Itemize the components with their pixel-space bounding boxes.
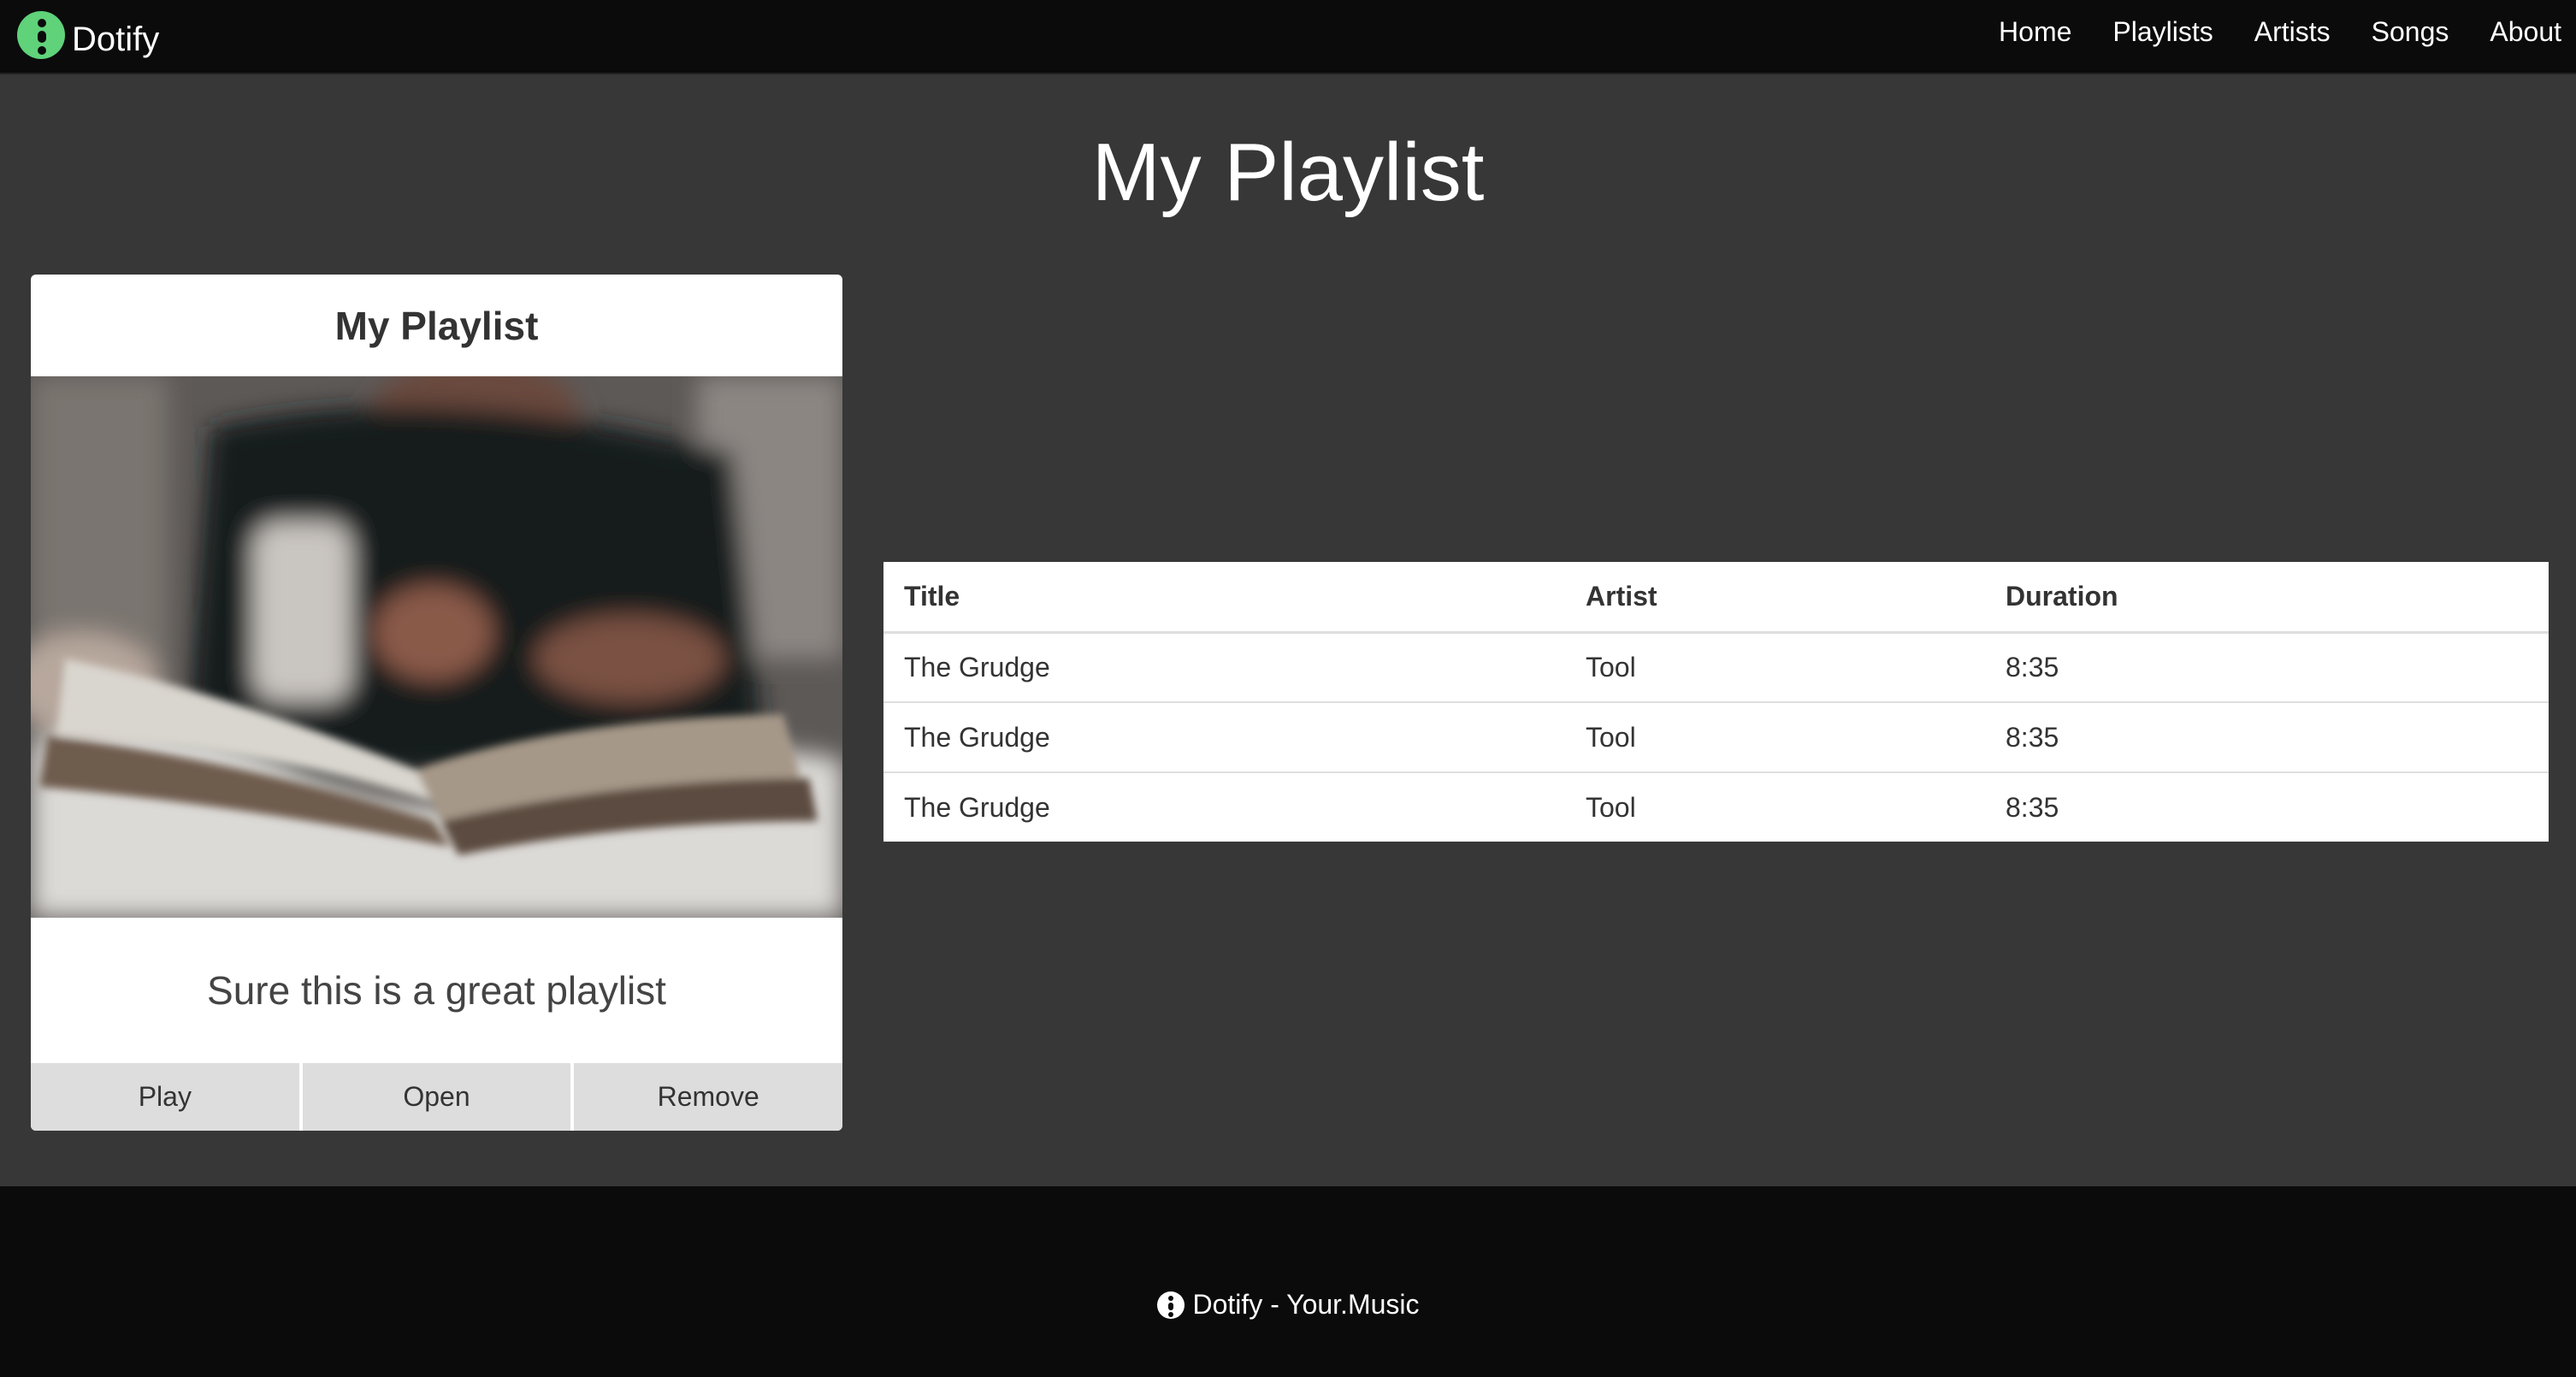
cover-photo-illustration bbox=[31, 376, 842, 918]
song-duration-cell: 8:35 bbox=[1985, 702, 2549, 773]
playlist-card: My Playlist Sure this is a great playlis… bbox=[31, 275, 842, 1131]
playlist-description: Sure this is a great playlist bbox=[207, 968, 666, 1013]
table-header-row: Title Artist Duration bbox=[883, 562, 2549, 634]
table-row[interactable]: The Grudge Tool 8:35 bbox=[883, 772, 2549, 842]
nav-playlists-link[interactable]: Playlists bbox=[2112, 12, 2213, 51]
playlist-card-title: My Playlist bbox=[334, 303, 539, 348]
remove-button[interactable]: Remove bbox=[574, 1063, 842, 1131]
song-title-cell: The Grudge bbox=[904, 792, 1050, 823]
song-title-cell: The Grudge bbox=[883, 632, 1565, 703]
page-footer: Dotify - Your.Music bbox=[0, 1186, 2576, 1377]
song-artist-cell: Tool bbox=[1586, 792, 1636, 823]
song-duration-cell: 8:35 bbox=[1985, 632, 2549, 703]
open-button[interactable]: Open bbox=[302, 1063, 571, 1131]
page-title: My Playlist bbox=[1091, 127, 1485, 218]
song-artist-cell: Tool bbox=[1565, 632, 1985, 703]
table-row[interactable]: The Grudge Tool 8:35 bbox=[883, 632, 2549, 703]
songs-table-container: Title Artist Duration The Grudge Tool 8:… bbox=[883, 562, 2549, 842]
brand-name: Dotify bbox=[72, 20, 160, 58]
footer-content: Dotify - Your.Music bbox=[0, 1289, 2576, 1321]
header-artist: Artist bbox=[1565, 562, 1985, 634]
brand-link[interactable]: Dotify bbox=[17, 7, 159, 63]
song-duration-cell: 8:35 bbox=[2006, 792, 2059, 823]
nav-artists-link[interactable]: Artists bbox=[2254, 12, 2331, 51]
play-button[interactable]: Play bbox=[31, 1063, 299, 1131]
song-artist-cell: Tool bbox=[1565, 702, 1985, 773]
playlist-card-actions: Play Open Remove bbox=[31, 1063, 842, 1131]
header-title: Title bbox=[883, 562, 1565, 634]
main-nav: Home Playlists Artists Songs About bbox=[1999, 12, 2561, 51]
dotify-logo-icon bbox=[1156, 1291, 1185, 1319]
dotify-logo-icon bbox=[17, 11, 65, 59]
nav-home-link[interactable]: Home bbox=[1999, 12, 2071, 51]
footer-text: Dotify - Your.Music bbox=[1192, 1289, 1420, 1320]
nav-about-link[interactable]: About bbox=[2490, 12, 2561, 51]
header-duration: Duration bbox=[1985, 562, 2549, 634]
songs-table: Title Artist Duration The Grudge Tool 8:… bbox=[883, 562, 2549, 842]
table-row[interactable]: The Grudge Tool 8:35 bbox=[883, 702, 2549, 773]
song-title-cell: The Grudge bbox=[883, 702, 1565, 773]
nav-songs-link[interactable]: Songs bbox=[2372, 12, 2449, 51]
top-navbar: Dotify Home Playlists Artists Songs Abou… bbox=[0, 0, 2576, 74]
playlist-cover-image bbox=[31, 376, 842, 918]
